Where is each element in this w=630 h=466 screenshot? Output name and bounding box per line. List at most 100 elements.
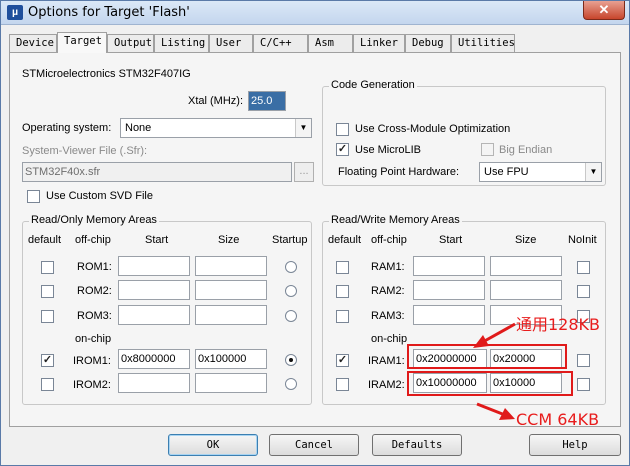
svd-label: System-Viewer File (.Sfr): (22, 145, 148, 157)
iram1-label: IRAM1: (368, 355, 405, 367)
rom-header-start: Start (145, 234, 169, 246)
irom1-default-checkbox[interactable]: ✓ (41, 354, 54, 367)
rom-group: Read/Only Memory Areas default off-chip … (22, 214, 312, 405)
tab-c-cpp[interactable]: C/C++ (253, 34, 308, 52)
rom-header-default: default (28, 234, 62, 246)
ram2-size-input[interactable] (490, 280, 562, 300)
tab-target[interactable]: Target (57, 32, 107, 53)
os-select[interactable]: None ▼ (120, 118, 312, 138)
tab-output[interactable]: Output (107, 34, 154, 52)
rom2-label: ROM2: (77, 285, 112, 297)
tab-listing[interactable]: Listing (154, 34, 209, 52)
irom1-startup-radio[interactable] (285, 354, 297, 366)
close-button[interactable]: ✕ (583, 1, 625, 20)
rom-onchip-label: on-chip (75, 333, 112, 345)
cross-module-checkbox[interactable] (336, 123, 349, 136)
ram1-label: RAM1: (371, 261, 405, 273)
rom3-size-input[interactable] (195, 305, 267, 325)
ram3-default-checkbox[interactable] (336, 310, 349, 323)
ram3-label: RAM3: (371, 310, 405, 322)
fpu-label: Floating Point Hardware: (338, 166, 460, 178)
irom2-startup-radio[interactable] (285, 378, 297, 390)
cancel-button[interactable]: Cancel (269, 434, 359, 456)
window-title: Options for Target 'Flash' (28, 5, 190, 20)
rom-title: Read/Only Memory Areas (29, 214, 159, 226)
ram-header-start: Start (439, 234, 463, 246)
device-name: STMicroelectronics STM32F407IG (22, 68, 191, 80)
rom3-startup-radio[interactable] (285, 310, 297, 322)
rom3-default-checkbox[interactable] (41, 310, 54, 323)
xtal-label: Xtal (MHz): (188, 95, 243, 107)
iram2-label: IRAM2: (368, 379, 405, 391)
chevron-down-icon: ▼ (585, 163, 601, 181)
cross-module-label: Use Cross-Module Optimization (355, 123, 511, 135)
rom1-start-input[interactable] (118, 256, 190, 276)
tab-utilities[interactable]: Utilities (451, 34, 515, 52)
options-dialog: μ Options for Target 'Flash' ✕ Device Ta… (0, 0, 630, 466)
custom-svd-checkbox[interactable] (27, 190, 40, 203)
microlib-checkbox[interactable]: ✓ (336, 143, 349, 156)
ccm-ram-annotation: CCM 64KB (516, 410, 600, 429)
ram1-default-checkbox[interactable] (336, 261, 349, 274)
code-generation-title: Code Generation (329, 79, 417, 91)
tab-device[interactable]: Device (9, 34, 57, 52)
ram-onchip-label: on-chip (371, 333, 408, 345)
rom-header-size: Size (218, 234, 240, 246)
fpu-select[interactable]: Use FPU ▼ (479, 162, 602, 182)
ram-header-offchip: off-chip (371, 234, 407, 246)
ok-button[interactable]: OK (168, 434, 258, 456)
tab-linker[interactable]: Linker (353, 34, 405, 52)
big-endian-checkbox[interactable] (481, 143, 494, 156)
rom2-start-input[interactable] (118, 280, 190, 300)
rom1-default-checkbox[interactable] (41, 261, 54, 274)
ram1-size-input[interactable] (490, 256, 562, 276)
keil-app-icon: μ (7, 5, 23, 20)
rom1-label: ROM1: (77, 261, 112, 273)
rom1-startup-radio[interactable] (285, 261, 297, 273)
irom1-size-input[interactable]: 0x100000 (195, 349, 267, 369)
ram2-noinit-checkbox[interactable] (577, 285, 590, 298)
rom3-label: ROM3: (77, 310, 112, 322)
rom2-size-input[interactable] (195, 280, 267, 300)
tab-user[interactable]: User (209, 34, 253, 52)
irom2-start-input[interactable] (118, 373, 190, 393)
rom2-startup-radio[interactable] (285, 285, 297, 297)
ram-header-default: default (328, 234, 362, 246)
tab-debug[interactable]: Debug (405, 34, 451, 52)
title-bar: μ Options for Target 'Flash' ✕ (1, 1, 629, 25)
rom-header-offchip: off-chip (75, 234, 111, 246)
ram1-noinit-checkbox[interactable] (577, 261, 590, 274)
rom2-default-checkbox[interactable] (41, 285, 54, 298)
chevron-down-icon: ▼ (295, 119, 311, 137)
iram1-noinit-checkbox[interactable] (577, 354, 590, 367)
big-endian-label: Big Endian (499, 144, 553, 156)
rom3-start-input[interactable] (118, 305, 190, 325)
general-ram-annotation: 通用128KB (516, 315, 601, 334)
rom1-size-input[interactable] (195, 256, 267, 276)
irom2-label: IROM2: (73, 379, 111, 391)
iram1-default-checkbox[interactable]: ✓ (336, 354, 349, 367)
ram1-start-input[interactable] (413, 256, 485, 276)
ram-header-size: Size (515, 234, 537, 246)
svd-input[interactable]: STM32F40x.sfr (22, 162, 292, 182)
os-label: Operating system: (22, 122, 112, 134)
rom-header-startup: Startup (272, 234, 308, 246)
fpu-value: Use FPU (484, 166, 529, 178)
ram2-label: RAM2: (371, 285, 405, 297)
ram2-default-checkbox[interactable] (336, 285, 349, 298)
microlib-label: Use MicroLIB (355, 144, 422, 156)
custom-svd-label: Use Custom SVD File (46, 190, 153, 202)
svd-browse-button[interactable]: ... (294, 162, 314, 182)
arrow-up-icon (473, 322, 516, 348)
irom2-size-input[interactable] (195, 373, 267, 393)
tab-asm[interactable]: Asm (308, 34, 353, 52)
irom2-default-checkbox[interactable] (41, 378, 54, 391)
xtal-input[interactable]: 25.0 (248, 91, 286, 111)
help-button[interactable]: Help (529, 434, 621, 456)
iram2-noinit-checkbox[interactable] (577, 378, 590, 391)
iram2-default-checkbox[interactable] (336, 378, 349, 391)
irom1-label: IROM1: (73, 355, 111, 367)
irom1-start-input[interactable]: 0x8000000 (118, 349, 190, 369)
defaults-button[interactable]: Defaults (372, 434, 462, 456)
ram2-start-input[interactable] (413, 280, 485, 300)
